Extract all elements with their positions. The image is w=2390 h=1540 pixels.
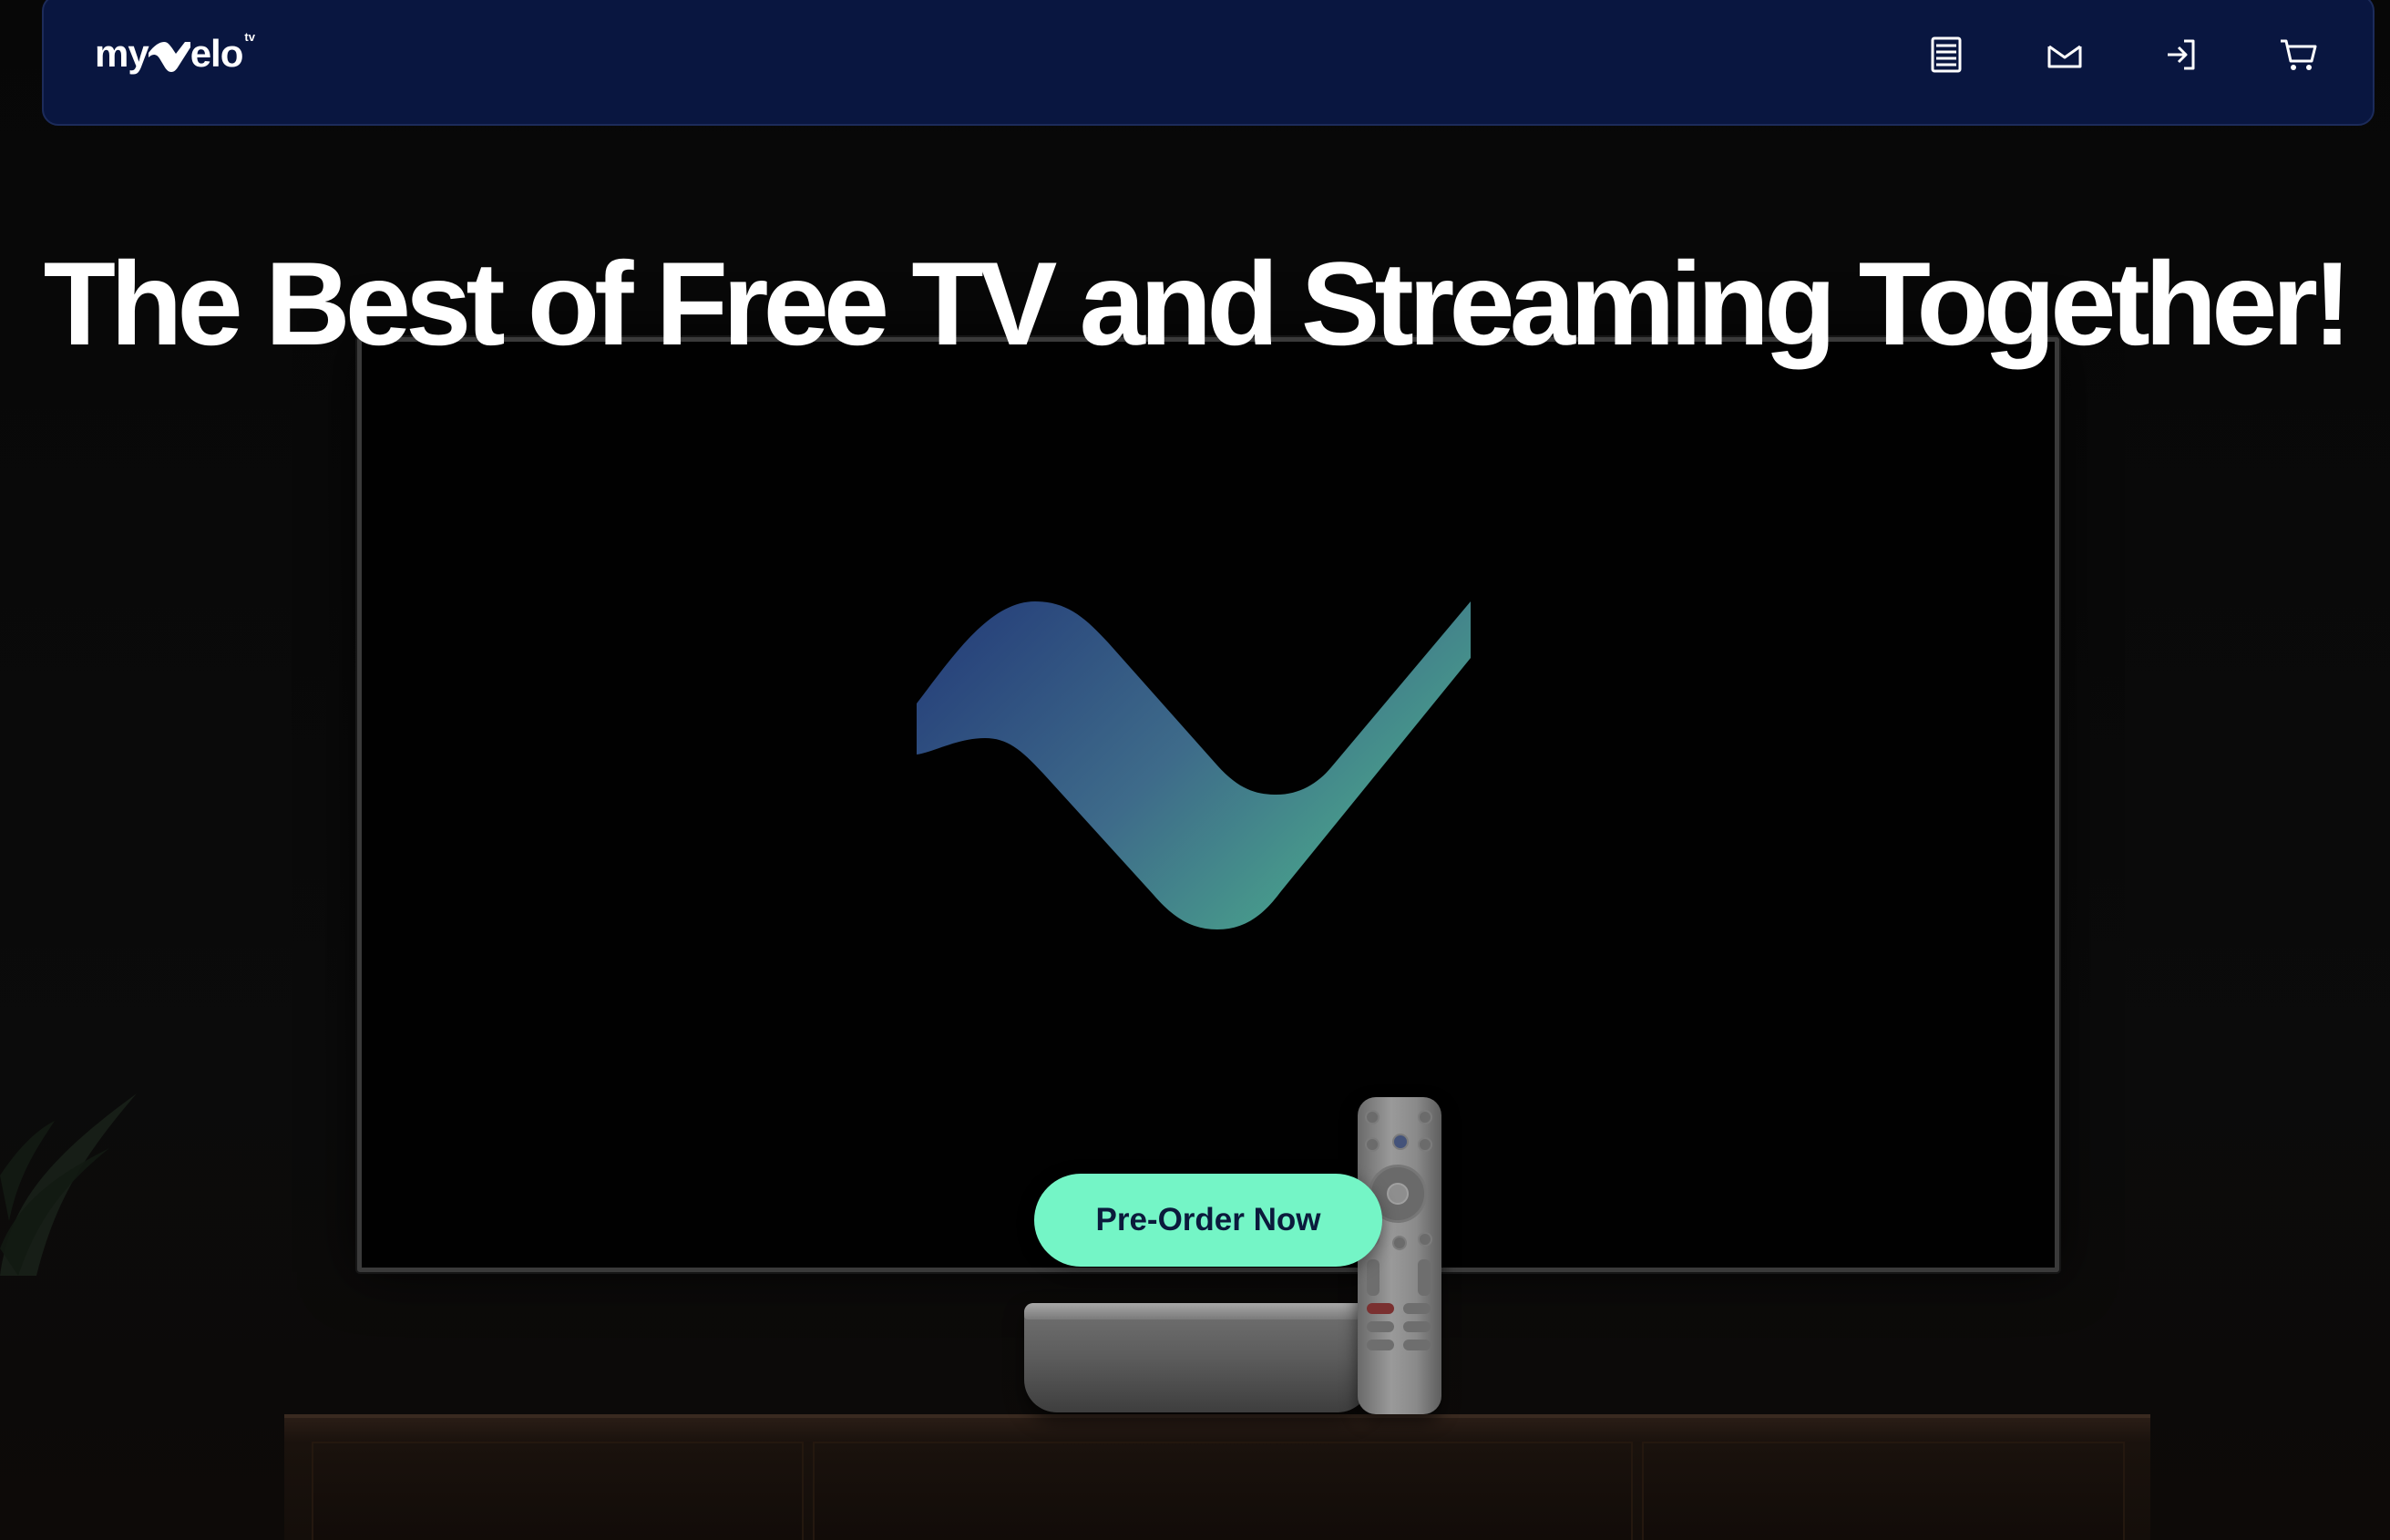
velo-v-logo-icon — [917, 601, 1471, 929]
remote-app-button — [1367, 1340, 1394, 1350]
remote-app-button — [1403, 1340, 1431, 1350]
cabinet-door — [813, 1442, 1633, 1540]
logo-prefix: my — [95, 32, 149, 75]
cart-icon-glyph — [2281, 39, 2317, 70]
remote-ok-button — [1387, 1183, 1409, 1205]
cabinet-door — [1642, 1442, 2125, 1540]
remote-button — [1418, 1232, 1432, 1247]
remote-button — [1418, 1110, 1432, 1124]
remote-app-button — [1367, 1321, 1394, 1332]
plant-decoration — [0, 1093, 137, 1276]
menu-list-icon[interactable] — [1921, 29, 1972, 80]
remote-button — [1365, 1137, 1380, 1152]
brand-logo[interactable]: my elo tv — [95, 31, 255, 77]
logo-v-icon — [148, 42, 190, 72]
remote-assistant-button — [1392, 1134, 1409, 1150]
mail-icon[interactable] — [2039, 29, 2090, 80]
remote-control-image — [1358, 1097, 1441, 1414]
remote-channel-rocker — [1418, 1259, 1431, 1296]
remote-app-button — [1403, 1303, 1431, 1314]
top-navbar: my elo tv — [42, 0, 2375, 126]
remote-power-button — [1365, 1110, 1380, 1124]
remote-button — [1418, 1137, 1432, 1152]
logo-superscript: tv — [244, 30, 255, 44]
mail-icon-glyph — [2047, 45, 2082, 68]
sign-in-icon-glyph — [2168, 39, 2195, 70]
cart-icon[interactable] — [2272, 29, 2323, 80]
pre-order-button[interactable]: Pre-Order Now — [1034, 1174, 1382, 1267]
remote-button — [1392, 1236, 1407, 1250]
remote-app-button — [1403, 1321, 1431, 1332]
remote-app-button — [1367, 1303, 1394, 1314]
logo-suffix: elo — [190, 32, 244, 75]
set-top-box-image — [1024, 1303, 1370, 1412]
tv-cabinet — [284, 1414, 2150, 1540]
hero-title: The Best of Free TV and Streaming Togeth… — [43, 237, 2353, 370]
sign-in-icon[interactable] — [2156, 29, 2207, 80]
cabinet-door — [312, 1442, 804, 1540]
remote-volume-rocker — [1367, 1259, 1380, 1296]
menu-list-icon-glyph — [1931, 36, 1962, 73]
page: my elo tv The Best of Free TV and Stream… — [0, 0, 2390, 1540]
set-top-box-lid — [1024, 1303, 1370, 1319]
